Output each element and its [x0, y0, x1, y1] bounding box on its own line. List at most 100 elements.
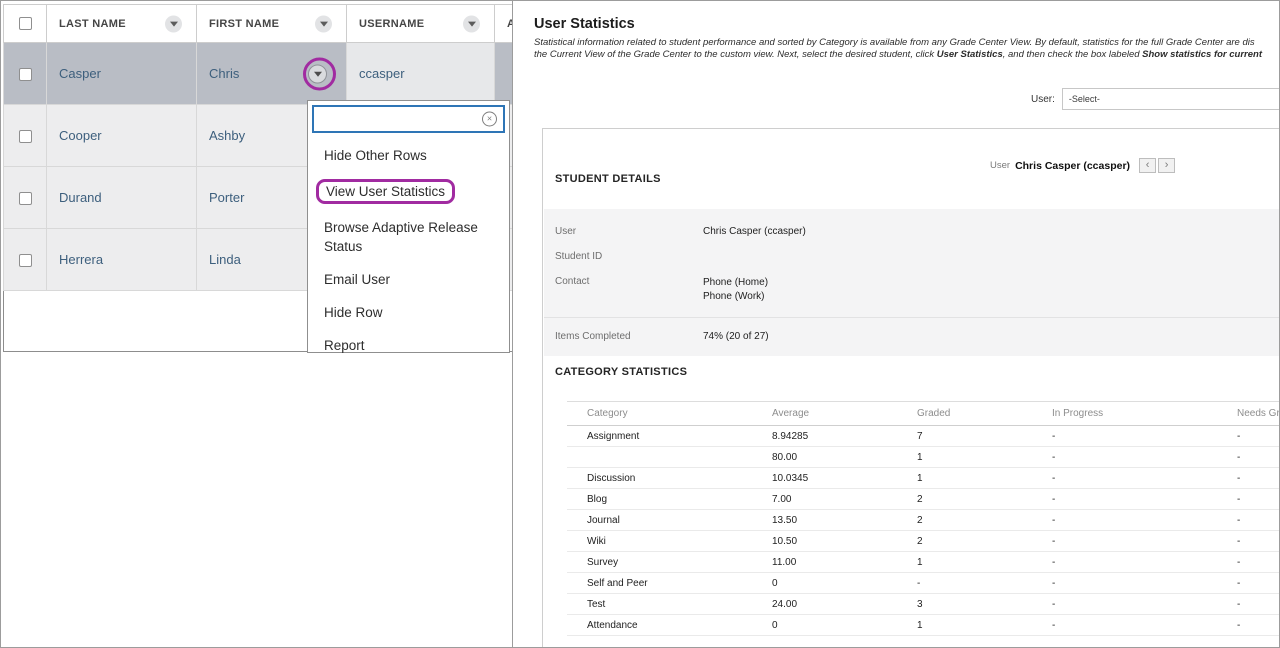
detail-row-user: User Chris Casper (ccasper)	[544, 226, 1279, 238]
column-header-username: USERNAME	[347, 5, 495, 43]
stats-cell: 8.94285	[772, 426, 917, 447]
stats-row: Assignment 8.94285 7 - -	[567, 426, 1279, 447]
menu-item-hide-row[interactable]: Hide Row	[324, 296, 493, 329]
user-nav-label: User	[990, 160, 1010, 171]
column-menu-chevron-icon[interactable]	[463, 15, 480, 32]
stats-cell: 24.00	[772, 594, 917, 615]
stats-cell: 0	[772, 573, 917, 594]
stats-cell: Self and Peer	[567, 573, 772, 594]
detail-row-items-completed: Items Completed 74% (20 of 27)	[544, 317, 1279, 343]
stats-row: Blog 7.00 2 - -	[567, 489, 1279, 510]
purple-box-annotation: View User Statistics	[316, 179, 455, 204]
stats-cell: Discussion	[567, 468, 772, 489]
stats-col-category: Category	[567, 402, 772, 426]
column-header-label: USERNAME	[359, 18, 424, 30]
description-line-2: the Current View of the Grade Center to …	[534, 49, 1262, 61]
row-checkbox[interactable]	[19, 192, 32, 205]
stats-cell: 3	[917, 594, 1052, 615]
stats-cell: Blog	[567, 489, 772, 510]
stats-cell: 1	[917, 552, 1052, 573]
description-bold-show-statistics: Show statistics for current	[1142, 49, 1262, 60]
column-header-first-name: FIRST NAME	[197, 5, 347, 43]
stats-row: Wiki 10.50 2 - -	[567, 531, 1279, 552]
stats-cell: 2	[917, 531, 1052, 552]
first-name-text: Chris	[209, 66, 239, 81]
select-all-checkbox[interactable]	[19, 17, 32, 30]
user-filter-label: User:	[1031, 94, 1055, 105]
user-navigation: User Chris Casper (ccasper) ‹ ›	[990, 158, 1175, 173]
category-statistics-heading: CATEGORY STATISTICS	[555, 366, 687, 378]
stats-cell: -	[1237, 426, 1279, 447]
contact-phone-work: Phone (Work)	[703, 290, 768, 304]
column-menu-chevron-icon[interactable]	[165, 15, 182, 32]
stats-cell: 10.50	[772, 531, 917, 552]
column-header-last-name: LAST NAME	[47, 5, 197, 43]
previous-user-button[interactable]: ‹	[1139, 158, 1156, 173]
stats-cell: -	[1237, 594, 1279, 615]
student-details-panel: User Chris Casper (ccasper) Student ID C…	[544, 209, 1279, 356]
user-select-dropdown[interactable]: -Select-	[1062, 88, 1279, 110]
stats-row: Survey 11.00 1 - -	[567, 552, 1279, 573]
stats-cell: -	[1052, 468, 1237, 489]
stats-cell: 80.00	[772, 447, 917, 468]
last-name-cell: Durand	[47, 167, 197, 229]
column-header-partial: A	[495, 5, 513, 43]
stats-cell: 10.0345	[772, 468, 917, 489]
stats-cell: -	[1237, 573, 1279, 594]
stats-col-graded: Graded	[917, 402, 1052, 426]
grade-table-header-row: LAST NAME FIRST NAME USERNAME A	[4, 5, 513, 43]
stats-row: 80.00 1 - -	[567, 447, 1279, 468]
menu-search-input[interactable]	[314, 107, 503, 131]
stats-cell: -	[1052, 615, 1237, 636]
row-checkbox-cell	[4, 105, 47, 167]
stats-cell: -	[1052, 510, 1237, 531]
stats-cell: -	[1237, 510, 1279, 531]
student-details-heading: STUDENT DETAILS	[555, 173, 661, 185]
last-name-cell: Herrera	[47, 229, 197, 291]
page-title: User Statistics	[534, 16, 635, 32]
stats-row: Test 24.00 3 - -	[567, 594, 1279, 615]
description-text: the Current View of the Grade Center to …	[534, 49, 937, 60]
stats-cell: -	[1052, 426, 1237, 447]
row-checkbox[interactable]	[19, 130, 32, 143]
menu-item-view-user-statistics[interactable]: View User Statistics	[324, 172, 493, 211]
menu-item-email-user[interactable]: Email User	[324, 263, 493, 296]
stats-cell: -	[1237, 552, 1279, 573]
student-row-casper[interactable]: Casper Chris ccasper	[4, 43, 513, 105]
stats-cell: 11.00	[772, 552, 917, 573]
stats-cell: -	[1052, 489, 1237, 510]
stats-cell: 7	[917, 426, 1052, 447]
user-statistics-pane: User Statistics Statistical information …	[512, 1, 1279, 647]
row-checkbox-cell	[4, 43, 47, 105]
stats-cell: 1	[917, 615, 1052, 636]
clear-search-icon[interactable]: ×	[482, 112, 497, 127]
row-context-menu-chevron-icon[interactable]	[308, 64, 327, 83]
next-user-button[interactable]: ›	[1158, 158, 1175, 173]
stats-cell: -	[1237, 531, 1279, 552]
grade-center-pane: LAST NAME FIRST NAME USERNAME A	[1, 1, 512, 647]
stats-row: Discussion 10.0345 1 - -	[567, 468, 1279, 489]
row-checkbox[interactable]	[19, 254, 32, 267]
stats-cell: 13.50	[772, 510, 917, 531]
stats-cell: 7.00	[772, 489, 917, 510]
menu-item-browse-adaptive-release-status[interactable]: Browse Adaptive Release Status	[324, 211, 493, 263]
contact-phone-home: Phone (Home)	[703, 276, 768, 290]
row-checkbox[interactable]	[19, 68, 32, 81]
menu-item-hide-other-rows[interactable]: Hide Other Rows	[324, 139, 493, 172]
row-checkbox-cell	[4, 167, 47, 229]
stats-cell: -	[1052, 531, 1237, 552]
column-header-label: FIRST NAME	[209, 18, 279, 30]
detail-label: Contact	[544, 276, 703, 304]
stats-cell: Wiki	[567, 531, 772, 552]
column-menu-chevron-icon[interactable]	[315, 15, 332, 32]
stats-cell: -	[1237, 447, 1279, 468]
page-description: Statistical information related to stude…	[534, 37, 1262, 61]
stats-row: Journal 13.50 2 - -	[567, 510, 1279, 531]
detail-label: User	[544, 226, 703, 238]
stats-cell: -	[1237, 468, 1279, 489]
menu-item-report[interactable]: Report	[324, 329, 493, 362]
description-line-1: Statistical information related to stude…	[534, 37, 1262, 49]
menu-search-box: ×	[312, 105, 505, 133]
detail-value: 74% (20 of 27)	[703, 331, 769, 343]
stats-col-in-progress: In Progress	[1052, 402, 1237, 426]
